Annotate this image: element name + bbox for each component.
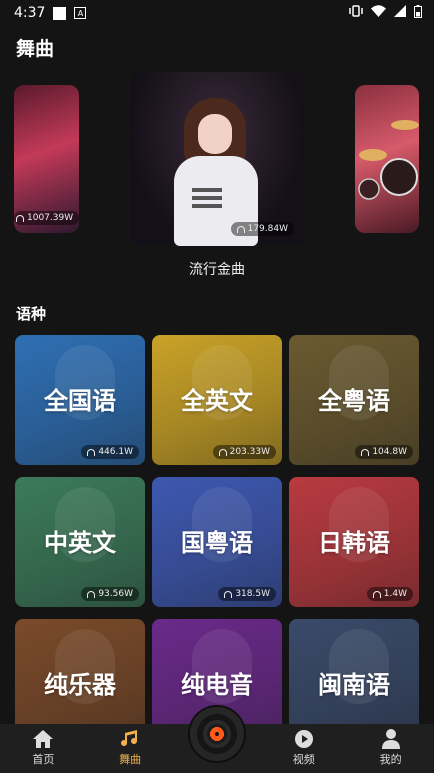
vinyl-record-icon[interactable] bbox=[190, 707, 244, 761]
headphones-icon bbox=[236, 225, 245, 233]
status-bar: 4:37 A bbox=[0, 0, 434, 26]
tile-zhongyingwen[interactable]: 中英文 93.56W bbox=[15, 477, 145, 607]
tile-quanyingwen[interactable]: 全英文 203.33W bbox=[152, 335, 282, 465]
headphones-icon bbox=[87, 590, 96, 598]
vibrate-icon bbox=[349, 5, 363, 21]
video-icon bbox=[294, 729, 314, 749]
headphones-icon bbox=[16, 214, 24, 222]
signal-icon bbox=[394, 5, 406, 21]
tab-home[interactable]: 首页 bbox=[13, 729, 73, 773]
tab-dance[interactable]: 舞曲 bbox=[100, 729, 160, 773]
music-note-icon bbox=[120, 729, 140, 749]
notification-a-icon: A bbox=[74, 7, 87, 19]
notification-square-icon bbox=[53, 6, 67, 20]
tile-quanyueyu[interactable]: 全粤语 104.8W bbox=[289, 335, 419, 465]
carousel-card-right[interactable] bbox=[355, 85, 419, 233]
carousel-card-left[interactable]: 1007.39W bbox=[14, 85, 79, 233]
headphones-icon bbox=[87, 448, 96, 456]
status-time: 4:37 bbox=[14, 5, 46, 21]
home-icon bbox=[33, 729, 54, 749]
headphones-icon bbox=[372, 590, 381, 598]
play-count-badge: 93.56W bbox=[81, 587, 139, 601]
carousel-caption[interactable]: 流行金曲 bbox=[130, 259, 304, 279]
page-title: 舞曲 bbox=[16, 38, 55, 60]
play-count-badge: 104.8W bbox=[355, 445, 413, 459]
tab-video[interactable]: 视频 bbox=[274, 729, 334, 773]
play-count-badge: 179.84W bbox=[230, 222, 294, 236]
tab-spacer bbox=[187, 767, 247, 773]
headphones-icon bbox=[218, 448, 227, 456]
headphones-icon bbox=[224, 590, 233, 598]
battery-icon bbox=[414, 4, 422, 22]
section-title-language: 语种 bbox=[16, 305, 47, 323]
play-count-badge: 1007.39W bbox=[14, 211, 79, 225]
tab-mine[interactable]: 我的 bbox=[361, 729, 421, 773]
tile-quanguoyu[interactable]: 全国语 446.1W bbox=[15, 335, 145, 465]
play-count-badge: 446.1W bbox=[81, 445, 139, 459]
play-count-badge: 203.33W bbox=[212, 445, 276, 459]
carousel[interactable]: 1007.39W 179.84W bbox=[0, 72, 434, 248]
play-count-badge: 318.5W bbox=[218, 587, 276, 601]
headphones-icon bbox=[361, 448, 370, 456]
carousel-card-center[interactable]: 179.84W bbox=[130, 72, 304, 246]
user-icon bbox=[381, 729, 401, 749]
drum-kit-photo bbox=[358, 120, 419, 200]
wifi-icon bbox=[371, 5, 386, 21]
tile-rihanyu[interactable]: 日韩语 1.4W bbox=[289, 477, 419, 607]
tile-guoyueyu[interactable]: 国粤语 318.5W bbox=[152, 477, 282, 607]
play-count-badge: 1.4W bbox=[366, 587, 413, 601]
